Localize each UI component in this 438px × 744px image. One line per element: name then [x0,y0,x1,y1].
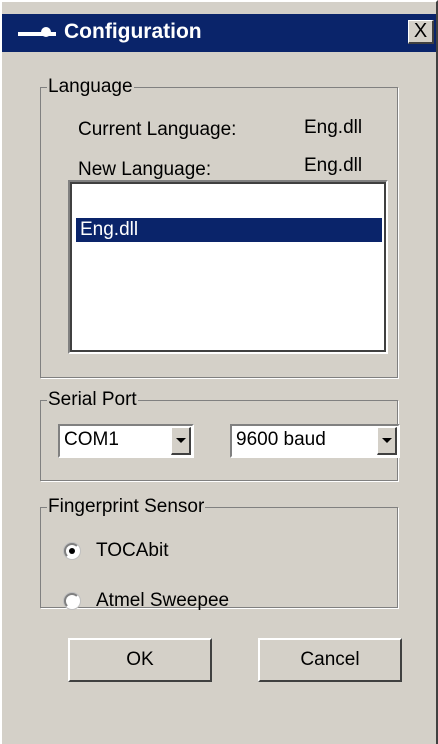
port-dropdown-arrow-icon[interactable] [171,427,191,455]
baud-select[interactable]: 9600 baud [230,424,400,458]
ok-button[interactable]: OK [68,638,212,682]
serial-port-group-label: Serial Port [48,389,137,410]
port-select[interactable]: COM1 [58,424,194,458]
cancel-button[interactable]: Cancel [258,638,402,682]
baud-select-value: 9600 baud [236,429,326,450]
configuration-dialog: Configuration X Language Current Languag… [0,0,438,744]
fingerprint-sensor-group-label: Fingerprint Sensor [48,496,205,517]
language-listbox[interactable]: Eng.dll [68,180,388,354]
language-group-label: Language [48,76,133,97]
language-list-item-selected[interactable]: Eng.dll [76,218,382,242]
port-select-value: COM1 [64,429,119,450]
tocabit-radio[interactable] [64,543,80,559]
window-title: Configuration [64,20,202,43]
atmel-sweepee-radio[interactable] [64,593,80,609]
tocabit-radio-label[interactable]: TOCAbit [96,540,169,562]
baud-dropdown-arrow-icon[interactable] [377,427,397,455]
close-button[interactable]: X [408,20,434,44]
key-icon [18,27,56,37]
atmel-sweepee-radio-label[interactable]: Atmel Sweepee [96,590,229,612]
new-language-label: New Language: [78,159,212,180]
current-language-value: Eng.dll [304,117,363,138]
new-language-value: Eng.dll [304,155,363,176]
current-language-label: Current Language: [78,119,237,140]
title-bar[interactable]: Configuration X [2,14,436,52]
